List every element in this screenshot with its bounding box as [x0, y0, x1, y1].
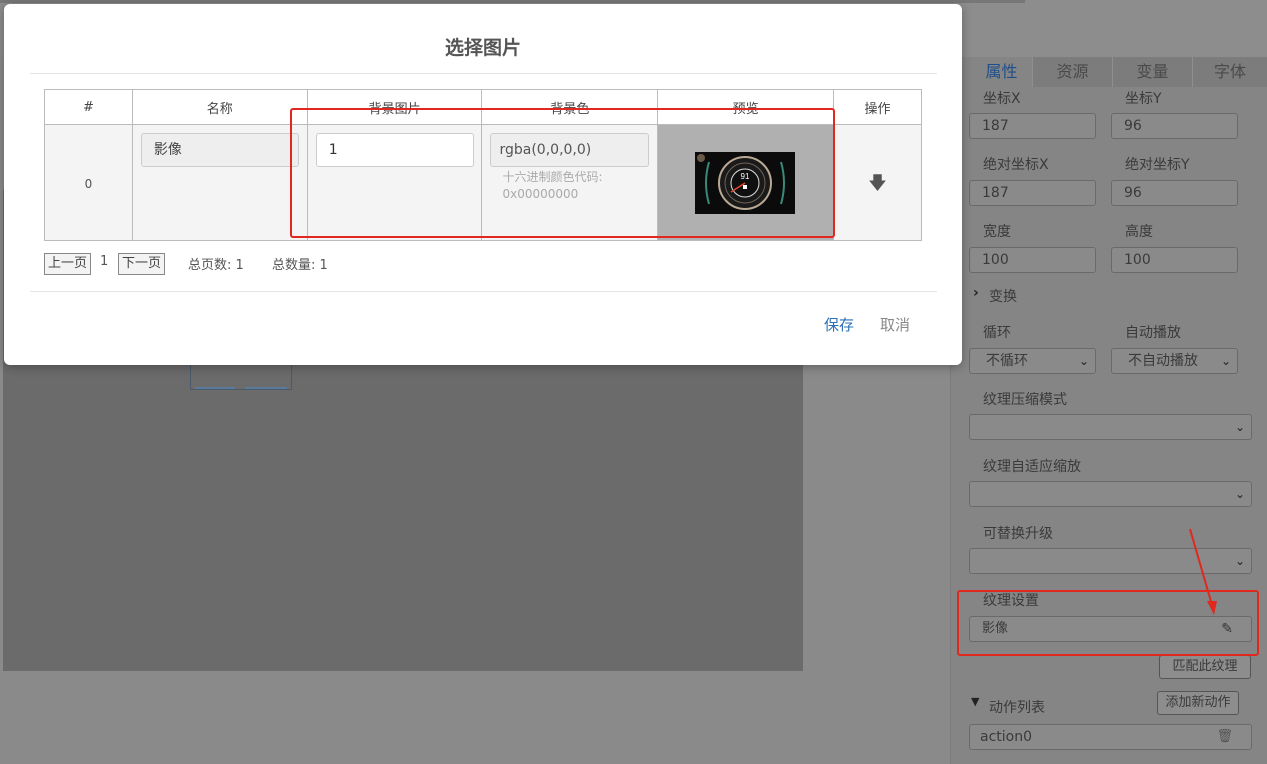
adaptive-label: 纹理自适应缩放 — [983, 459, 1081, 475]
action-item-label: action0 — [980, 729, 1033, 745]
widget-handle — [195, 387, 235, 389]
save-button[interactable]: 保存 — [824, 314, 854, 335]
autoplay-label: 自动播放 — [1125, 325, 1181, 341]
chevron-down-icon: ⌄ — [1078, 354, 1089, 368]
cancel-button[interactable]: 取消 — [880, 314, 910, 335]
header-actions: 操作 — [833, 89, 922, 125]
loop-label: 循环 — [983, 325, 1011, 341]
width-input[interactable]: 100 — [969, 247, 1096, 273]
current-page: 1 — [100, 254, 109, 269]
widget-handle — [245, 387, 287, 389]
tab-variables[interactable]: 变量 — [1113, 57, 1193, 87]
action-list-label: 动作列表 — [989, 700, 1045, 716]
select-image-dialog: 选择图片 # 名称 背景图片 背景色 预览 操作 0 影像 1 rgba(0,0… — [4, 4, 962, 365]
loop-select-value: 不循环 — [986, 353, 1028, 369]
y-label: 坐标Y — [1125, 91, 1162, 107]
add-action-button[interactable]: 添加新动作 — [1157, 691, 1239, 715]
y-input[interactable]: 96 — [1111, 113, 1238, 139]
x-label: 坐标X — [983, 91, 1021, 107]
autoplay-select-value: 不自动播放 — [1128, 353, 1198, 369]
tab-properties[interactable]: 属性 — [971, 57, 1033, 87]
next-page-button[interactable]: 下一页 — [118, 253, 166, 275]
cell-actions: 🡇 — [833, 124, 922, 241]
divider — [30, 73, 937, 74]
chevron-right-icon[interactable]: › — [973, 285, 979, 301]
loop-select[interactable]: 不循环 ⌄ — [969, 348, 1096, 374]
abs-y-label: 绝对坐标Y — [1125, 157, 1190, 173]
chevron-down-icon: ⌄ — [1234, 554, 1245, 568]
prev-page-button[interactable]: 上一页 — [44, 253, 92, 275]
autoplay-select[interactable]: 不自动播放 ⌄ — [1111, 348, 1238, 374]
total-pages: 总页数: 1 — [188, 258, 244, 273]
x-input[interactable]: 187 — [969, 113, 1096, 139]
properties-panel: 属性 资源 变量 字体 坐标X 坐标Y 187 96 绝对坐标X 绝对坐标Y 1… — [950, 57, 1267, 764]
compress-label: 纹理压缩模式 — [983, 392, 1067, 408]
annotation-arrow — [1189, 528, 1217, 615]
cell-name: 影像 — [131, 124, 308, 241]
replace-label: 可替换升级 — [983, 526, 1053, 542]
compress-select[interactable]: ⌄ — [969, 414, 1252, 440]
dialog-title: 选择图片 — [444, 37, 521, 59]
action-item[interactable]: action0 🗑 — [969, 724, 1252, 750]
height-label: 高度 — [1125, 224, 1153, 240]
cell-index: 0 — [44, 124, 133, 241]
abs-y-input[interactable]: 96 — [1111, 180, 1238, 206]
row-index: 0 — [84, 177, 93, 191]
top-bar — [0, 0, 1025, 3]
panel-tabs: 属性 资源 变量 字体 — [971, 57, 1267, 87]
divider — [30, 291, 937, 292]
chevron-down-icon: ⌄ — [1220, 354, 1231, 368]
abs-x-label: 绝对坐标X — [983, 157, 1049, 173]
transform-label[interactable]: 变换 — [989, 286, 1017, 306]
header-index: # — [44, 89, 133, 125]
chevron-down-icon[interactable]: ▼ — [971, 695, 979, 708]
header-name: 名称 — [131, 89, 308, 125]
width-label: 宽度 — [983, 224, 1011, 240]
tab-fonts[interactable]: 字体 — [1193, 57, 1267, 87]
trash-icon[interactable]: 🗑 — [1216, 725, 1233, 749]
abs-x-input[interactable]: 187 — [969, 180, 1096, 206]
chevron-down-icon: ⌄ — [1234, 420, 1245, 434]
chevron-down-icon: ⌄ — [1234, 487, 1245, 501]
height-input[interactable]: 100 — [1111, 247, 1238, 273]
download-icon[interactable]: 🡇 — [834, 171, 921, 201]
total-count: 总数量: 1 — [272, 258, 328, 273]
adaptive-select[interactable]: ⌄ — [969, 481, 1252, 507]
row-highlight-box — [290, 108, 835, 238]
match-texture-button[interactable]: 匹配此纹理 — [1159, 655, 1251, 679]
tab-resources[interactable]: 资源 — [1033, 57, 1113, 87]
name-field: 影像 — [140, 133, 299, 167]
